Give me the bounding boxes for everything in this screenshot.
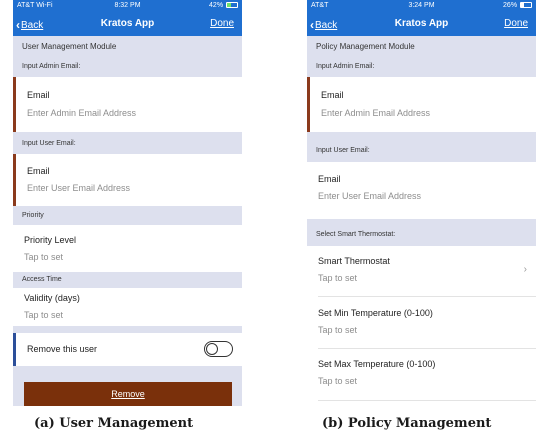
battery-fill [521, 3, 524, 7]
priority-level-field[interactable]: Priority Level Tap to set [13, 225, 242, 272]
status-bar: AT&T Wi-Fi 8:32 PM 42% [13, 0, 242, 13]
battery-indicator: 42% [209, 2, 238, 9]
battery-icon [226, 2, 238, 8]
validity-value: Tap to set [24, 310, 64, 320]
user-email-header-label: Input User Email: [22, 140, 76, 147]
priority-level-value: Tap to set [24, 252, 64, 262]
thermostat-header: Select Smart Thermostat: [307, 219, 536, 246]
remove-user-toggle[interactable] [204, 341, 233, 357]
status-bar: AT&T 3:24 PM 26% [307, 0, 536, 13]
remove-button[interactable]: Remove [24, 382, 232, 406]
toggle-knob [206, 343, 218, 355]
battery-percent: 26% [503, 2, 518, 9]
module-header-label: User Management Module [22, 42, 117, 51]
validity-label: Validity (days) [24, 293, 80, 303]
user-management-screen: AT&T Wi-Fi 8:32 PM 42% ‹Back Kratos App … [13, 0, 242, 406]
nav-bar: ‹Back Kratos App Done [307, 13, 536, 36]
min-temp-label: Set Min Temperature (0-100) [318, 308, 433, 318]
admin-email-header: Input Admin Email: [13, 57, 242, 77]
nav-title: Kratos App [394, 18, 449, 29]
admin-email-field[interactable]: Email Enter Admin Email Address [307, 77, 536, 132]
admin-email-label: Email [27, 90, 50, 100]
caption-user-management: (a) User Management [34, 416, 194, 431]
remove-user-label: Remove this user [27, 344, 98, 354]
min-temp-field[interactable]: Set Min Temperature (0-100) Tap to set [307, 297, 536, 348]
user-email-header: Input User Email: [13, 132, 242, 154]
max-temp-label: Set Max Temperature (0-100) [318, 359, 436, 369]
battery-icon [520, 2, 532, 8]
battery-indicator: 26% [503, 2, 532, 9]
spacer-header [13, 326, 242, 333]
done-button[interactable]: Done [504, 18, 528, 29]
module-header: Policy Management Module [307, 36, 536, 57]
priority-level-label: Priority Level [24, 235, 77, 245]
row-divider [318, 400, 536, 401]
clock: 3:24 PM [408, 2, 435, 9]
admin-email-label: Email [321, 90, 344, 100]
nav-bar: ‹Back Kratos App Done [13, 13, 242, 36]
remove-user-row: Remove this user [13, 333, 242, 366]
max-temp-value: Tap to set [318, 376, 358, 386]
user-email-header-label: Input User Email: [316, 147, 370, 154]
max-temp-field[interactable]: Set Max Temperature (0-100) Tap to set [307, 349, 536, 400]
thermostat-header-label: Select Smart Thermostat: [316, 231, 396, 238]
remove-button-area: Remove [13, 366, 242, 406]
policy-management-screen: AT&T 3:24 PM 26% ‹Back Kratos App Done P… [307, 0, 536, 406]
module-header: User Management Module [13, 36, 242, 57]
admin-email-header-label: Input Admin Email: [22, 63, 81, 70]
thermostat-field[interactable]: Smart Thermostat Tap to set › [307, 246, 536, 296]
thermostat-value: Tap to set [318, 273, 358, 283]
battery-percent: 42% [209, 2, 224, 9]
user-email-input[interactable]: Enter User Email Address [318, 191, 421, 201]
access-time-header: Access Time [13, 272, 242, 288]
clock: 8:32 PM [114, 2, 141, 9]
user-email-field[interactable]: Email Enter User Email Address [307, 162, 536, 219]
admin-email-header-label: Input Admin Email: [316, 63, 375, 70]
admin-email-header: Input Admin Email: [307, 57, 536, 77]
priority-header: Priority [13, 206, 242, 225]
admin-email-field[interactable]: Email Enter Admin Email Address [13, 77, 242, 132]
chevron-right-icon: › [523, 264, 527, 275]
thermostat-label: Smart Thermostat [318, 256, 390, 266]
user-email-label: Email [318, 174, 341, 184]
admin-email-input[interactable]: Enter Admin Email Address [27, 108, 136, 118]
nav-title: Kratos App [100, 18, 155, 29]
user-email-field[interactable]: Email Enter User Email Address [13, 154, 242, 206]
user-email-input[interactable]: Enter User Email Address [27, 183, 130, 193]
min-temp-value: Tap to set [318, 325, 358, 335]
module-header-label: Policy Management Module [316, 42, 415, 51]
access-time-header-label: Access Time [22, 276, 62, 283]
done-button[interactable]: Done [210, 18, 234, 29]
user-email-header: Input User Email: [307, 132, 536, 162]
battery-fill [227, 3, 232, 7]
user-email-label: Email [27, 166, 50, 176]
caption-policy-management: (b) Policy Management [322, 416, 492, 431]
admin-email-input[interactable]: Enter Admin Email Address [321, 108, 430, 118]
validity-field[interactable]: Validity (days) Tap to set [13, 288, 242, 326]
remove-button-label: Remove [111, 389, 145, 399]
priority-header-label: Priority [22, 212, 44, 219]
